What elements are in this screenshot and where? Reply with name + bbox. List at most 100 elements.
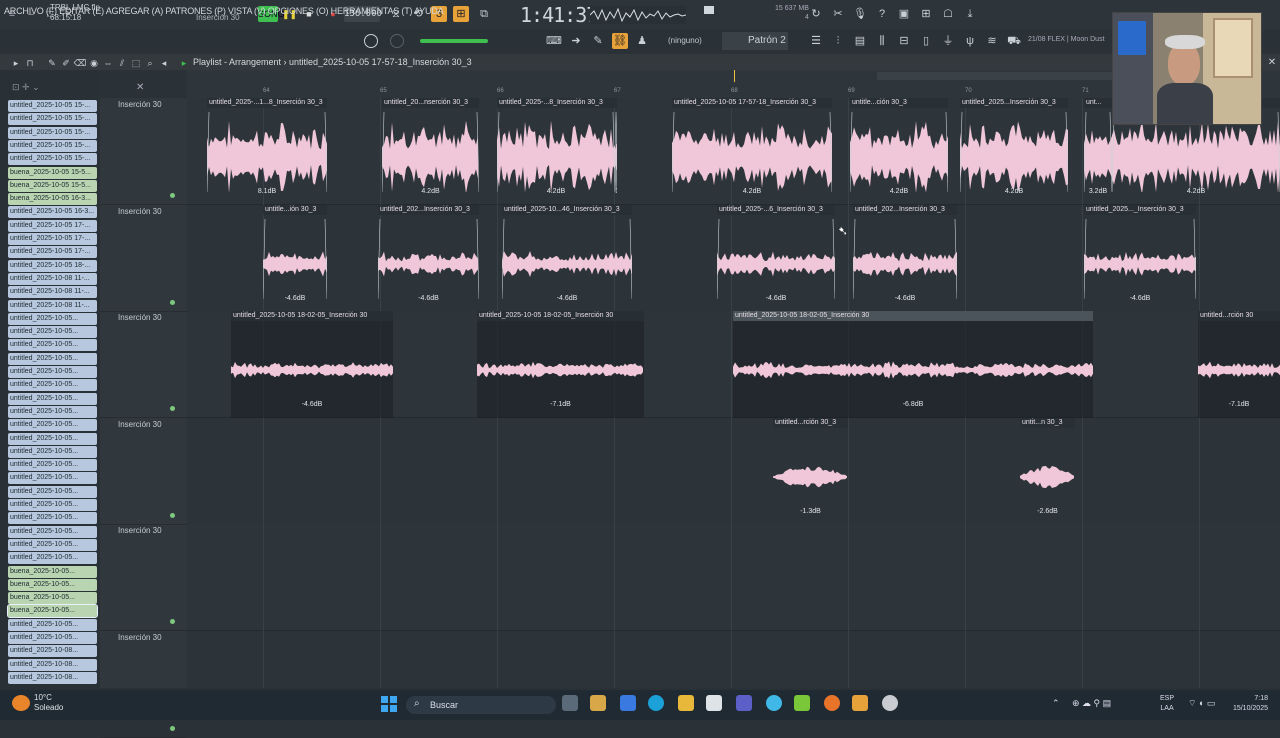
browser-item[interactable]: buena_2025-10-05 15-5... <box>8 179 97 192</box>
store-icon[interactable] <box>706 695 722 711</box>
audio-clip[interactable]: untitled_2025-10-05 18-02-05_Inserción 3… <box>733 311 1093 419</box>
copilot-icon[interactable] <box>620 695 636 711</box>
mic-icon[interactable]: 🎙 <box>852 6 868 22</box>
browser-item[interactable]: untitled_2025-10-05 15-... <box>8 139 97 152</box>
browser-item[interactable]: untitled_2025-10-05... <box>8 366 97 378</box>
audio-clip[interactable]: untitled_2025-10...46_Inserción 30_3 -4.6… <box>502 204 632 312</box>
network-volume-icons[interactable]: ⌔ ◐ ▭ <box>1188 698 1215 709</box>
browser-item[interactable]: untitled_2025-10-05 16-3... <box>8 206 97 219</box>
refresh-icon[interactable]: ↻ <box>808 6 824 22</box>
playhead-marker[interactable] <box>734 70 735 82</box>
browser-item[interactable]: untitled_2025-10-08... <box>8 671 97 684</box>
browser-item[interactable]: untitled_2025-10-05 15-... <box>8 153 97 166</box>
tray-chevron-icon[interactable]: ⌃ <box>1052 698 1060 709</box>
mixer-view-icon[interactable]: ⫼ <box>874 33 890 49</box>
save-icon[interactable]: ▣ <box>896 6 912 22</box>
browser-item[interactable]: buena_2025-10-05... <box>8 565 97 578</box>
browser-item[interactable]: untitled_2025-10-05 17-... <box>8 233 97 245</box>
wait-input-icon[interactable]: ⧉ <box>476 6 492 22</box>
audio-clip[interactable]: untitled_202...Inserción 30_3 -4.6dB <box>853 204 957 312</box>
pitch-knob-icon[interactable] <box>390 34 404 48</box>
browser-item[interactable]: untitled_2025-10-05... <box>8 392 97 405</box>
track-header[interactable]: Inserción 30 <box>100 418 187 525</box>
browser-item[interactable]: buena_2025-10-05... <box>8 578 97 591</box>
track-mute-led[interactable] <box>170 726 175 731</box>
audio-clip[interactable]: untitled_2025..._Inserción 30_3 -4.6dB <box>1084 204 1196 312</box>
browser-item[interactable]: untitled_2025-10-08... <box>8 645 97 658</box>
track-header[interactable]: Inserción 30 <box>100 631 187 738</box>
track-header[interactable]: Inserción 30 <box>100 311 187 419</box>
browser-item[interactable]: untitled_2025-10-05... <box>8 499 97 511</box>
browser-item[interactable]: untitled_2025-10-05 15-... <box>8 126 97 139</box>
mixer-icon[interactable]: ⊞ <box>918 6 934 22</box>
browser-item[interactable]: untitled_2025-10-08 11-... <box>8 286 97 299</box>
piano-roll-icon[interactable]: ▤ <box>852 33 868 49</box>
piano-icon[interactable]: ⌨ <box>546 33 562 49</box>
tuning-fork-icon[interactable]: ψ <box>962 33 978 49</box>
track-lane[interactable] <box>187 524 1280 632</box>
browser-icon[interactable]: ⊟ <box>896 33 912 49</box>
browser-item[interactable]: untitled_2025-10-05... <box>8 405 97 418</box>
magnet-icon[interactable]: ⊓ <box>22 55 38 71</box>
weather-icon[interactable] <box>12 695 30 711</box>
browser-item[interactable]: untitled_2025-10-08... <box>8 658 97 671</box>
pattern-selector[interactable]: Patrón 2 <box>722 32 788 50</box>
windows-start-icon[interactable] <box>380 695 398 713</box>
chat-icon[interactable]: ☖ <box>940 6 956 22</box>
browser-item[interactable]: untitled_2025-10-05... <box>8 312 97 325</box>
task-view-icon[interactable] <box>562 695 578 711</box>
audio-clip[interactable]: untit...n 30_3 -2.6dB <box>1020 417 1075 525</box>
knob-icon[interactable] <box>364 34 378 48</box>
audio-clip[interactable]: untitled_2025-...6_Inserción 30_3 -4.6dB <box>717 204 835 312</box>
browser-item[interactable]: untitled_2025-10-05... <box>8 339 97 352</box>
stamp-icon[interactable]: ♟ <box>634 33 650 49</box>
widgets-icon[interactable] <box>590 695 606 711</box>
browser-item[interactable]: untitled_2025-10-05... <box>8 618 97 631</box>
audio-clip[interactable]: untitled_2025-...1...8_Inserción 30_3 8.1… <box>207 98 327 205</box>
audio-clip[interactable]: untitled_2025-10-05 18-02-05_Inserción 3… <box>231 311 393 419</box>
chrome-icon[interactable] <box>766 695 782 711</box>
master-volume-slider[interactable] <box>420 39 488 43</box>
browser-item[interactable]: untitled_2025-10-05 18-... <box>8 259 97 272</box>
taskbar-clock[interactable]: 7:18 15/10/2025 <box>1220 694 1268 714</box>
firefox-icon[interactable] <box>824 695 840 711</box>
audio-clip[interactable]: untitled_2025...Inserción 30_3 4.2dB <box>960 98 1068 205</box>
audio-clip[interactable]: untitled_2025-...8_Inserción 30_3 4.2dB <box>497 98 615 205</box>
main-menu[interactable]: ARCHIVO (F) EDITAR (E) AGREGAR (A) PATRO… <box>4 6 444 16</box>
track-header[interactable]: Inserción 30 <box>100 205 187 312</box>
audio-clip[interactable]: untitled...rción 30_3 -1.3dB <box>773 417 848 525</box>
browser-item[interactable]: untitled_2025-10-05... <box>8 445 97 458</box>
browser-item[interactable]: untitled_2025-10-05 17-... <box>8 219 97 232</box>
track-mute-led[interactable] <box>170 512 175 518</box>
plugin-icon[interactable]: ✂ <box>830 6 846 22</box>
browser-item[interactable]: buena_2025-10-05... <box>8 592 97 605</box>
track-header[interactable]: Inserción 30 <box>100 524 187 632</box>
browser-item[interactable]: untitled_2025-10-05... <box>8 512 97 525</box>
browser-item[interactable]: untitled_2025-10-08 11-... <box>8 272 97 285</box>
link-icon[interactable]: ⛓ <box>612 33 628 49</box>
snap-selector[interactable]: (ninguno) <box>668 36 702 45</box>
taskbar-search[interactable]: Buscar <box>406 696 556 714</box>
file-icon[interactable]: ▯ <box>918 33 934 49</box>
browser-item[interactable]: untitled_2025-10-05... <box>8 326 97 339</box>
track-mute-led[interactable] <box>170 193 175 198</box>
edge-icon[interactable] <box>648 695 664 711</box>
playlist-icon[interactable]: ☰ <box>808 33 824 49</box>
audio-clip[interactable]: untitled_2025-10-05 18-02-05_Inserción 3… <box>477 311 644 419</box>
teams-icon[interactable] <box>736 695 752 711</box>
audio-clip[interactable]: untitled_2025-10-05 17-57-18_Inserción 3… <box>672 98 832 205</box>
browser-item[interactable]: untitled_2025-10-05... <box>8 538 97 551</box>
browser-item[interactable]: untitled_2025-10-08 11-... <box>8 299 97 312</box>
playback-tool-icon[interactable]: ◂ <box>156 55 172 71</box>
app-icon[interactable] <box>794 695 810 711</box>
arrow-right-icon[interactable]: ➜ <box>568 33 584 49</box>
track-header[interactable]: Inserción 30 <box>100 98 187 205</box>
help-icon[interactable]: ? <box>874 6 890 22</box>
track-mute-led[interactable] <box>170 619 175 625</box>
browser-item[interactable]: untitled_2025-10-05... <box>8 485 97 498</box>
tray-icons[interactable]: ⊕ ☁ ⚲ ▤ <box>1072 698 1111 709</box>
plug-icon[interactable]: ⏚ <box>940 33 956 49</box>
audio-clip[interactable]: unt...0_3 10.4dB <box>615 98 617 205</box>
track-mute-led[interactable] <box>170 406 175 412</box>
browser-item[interactable]: untitled_2025-10-05... <box>8 432 97 445</box>
